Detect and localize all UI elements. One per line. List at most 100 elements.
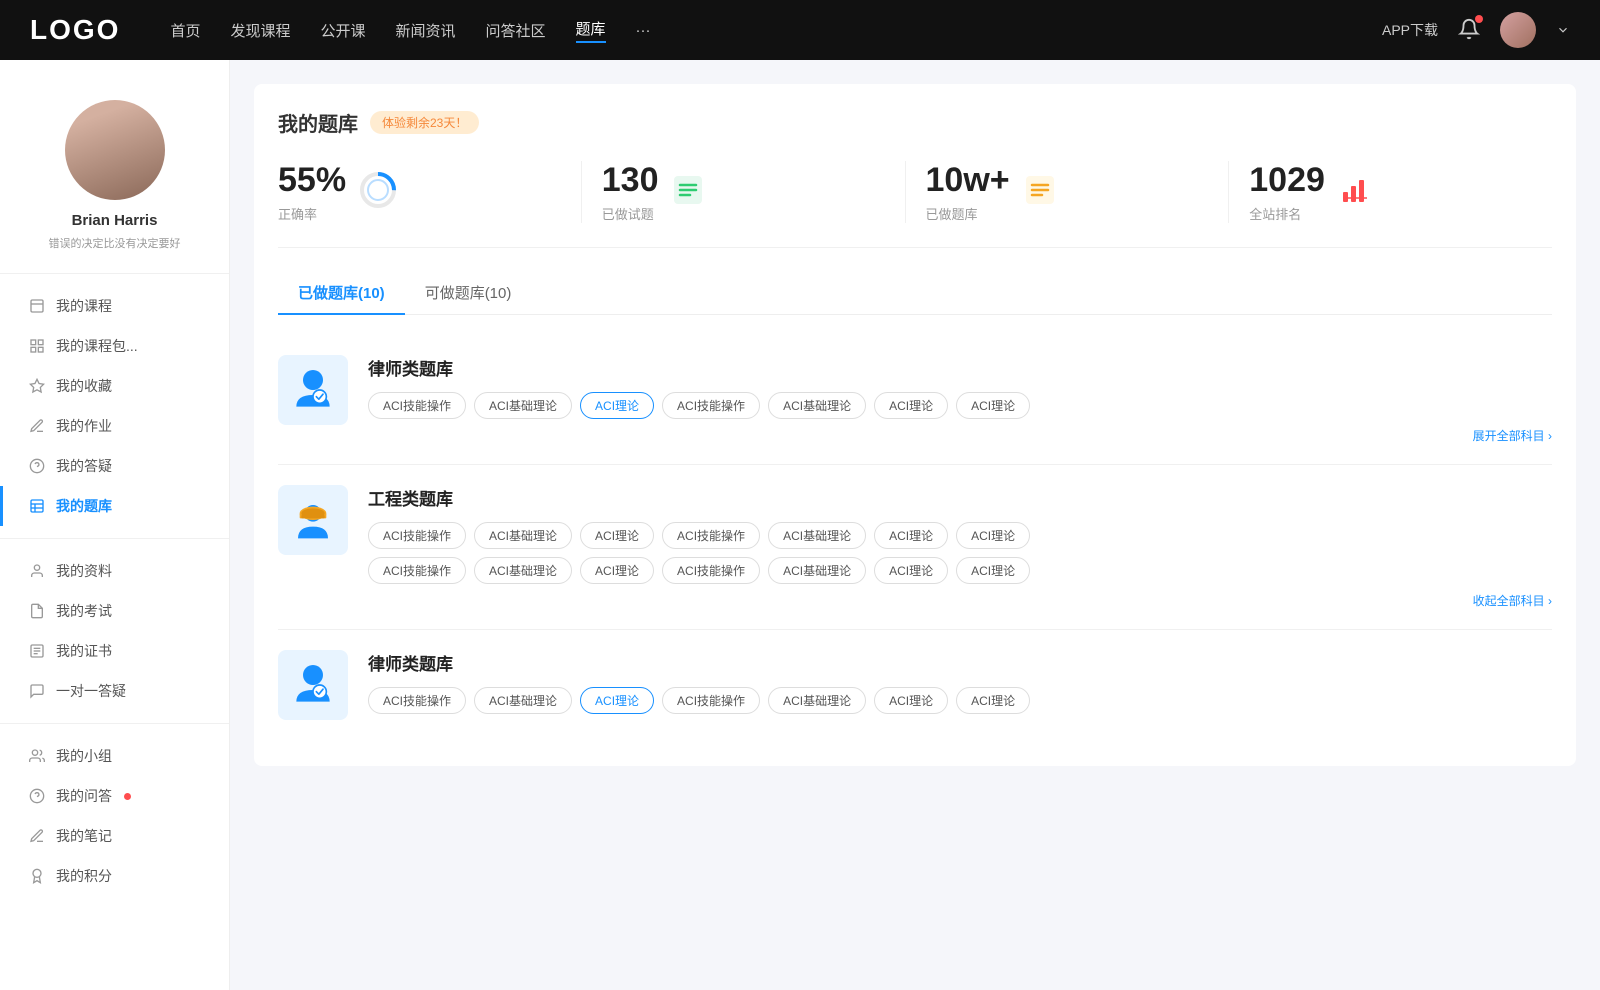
questions-notification-dot [124, 793, 131, 800]
tab-done[interactable]: 已做题库(10) [278, 272, 405, 315]
bar-red-icon [1337, 172, 1373, 213]
sidebar-item-packages[interactable]: 我的课程包... [0, 326, 229, 366]
expand-link-1[interactable]: 展开全部科目 › [368, 427, 1552, 444]
stat-ranking-label: 全站排名 [1249, 204, 1325, 223]
engineering-card-tags-row1: ACI技能操作 ACI基础理论 ACI理论 ACI技能操作 ACI基础理论 AC… [368, 522, 1552, 549]
tag-item[interactable]: ACI技能操作 [368, 522, 466, 549]
avatar-image [1500, 12, 1536, 48]
avatar-dropdown-icon[interactable] [1556, 23, 1570, 37]
lawyer-card-2-body: 律师类题库 ACI技能操作 ACI基础理论 ACI理论 ACI技能操作 ACI基… [368, 650, 1552, 722]
tag-item[interactable]: ACI基础理论 [768, 557, 866, 584]
tag-item[interactable]: ACI理论 [956, 522, 1030, 549]
tab-bar: 已做题库(10) 可做题库(10) [278, 272, 1552, 315]
answers-icon [28, 457, 46, 475]
tag-item[interactable]: ACI理论 [956, 687, 1030, 714]
divider1 [0, 273, 229, 274]
app-download-link[interactable]: APP下载 [1382, 20, 1438, 40]
favorites-icon [28, 377, 46, 395]
tag-item[interactable]: ACI基础理论 [768, 392, 866, 419]
tag-item[interactable]: ACI技能操作 [662, 522, 760, 549]
nav-open-course[interactable]: 公开课 [320, 20, 365, 41]
tag-item[interactable]: ACI理论 [874, 557, 948, 584]
tag-item-active[interactable]: ACI理论 [580, 687, 654, 714]
nav-news[interactable]: 新闻资讯 [396, 20, 456, 41]
tag-item-active[interactable]: ACI理论 [580, 392, 654, 419]
sidebar-item-certificate[interactable]: 我的证书 [0, 631, 229, 671]
tag-item[interactable]: ACI基础理论 [768, 522, 866, 549]
sidebar-item-answers[interactable]: 我的答疑 [0, 446, 229, 486]
tag-item[interactable]: ACI理论 [874, 687, 948, 714]
stat-done-banks-label: 已做题库 [926, 204, 1010, 223]
tag-item[interactable]: ACI基础理论 [474, 687, 572, 714]
sidebar-label-my-questions: 我的问答 [56, 786, 112, 806]
tag-item[interactable]: ACI基础理论 [474, 522, 572, 549]
nav-question-bank[interactable]: 题库 [576, 18, 606, 43]
collapse-link[interactable]: 收起全部科目 › [368, 592, 1552, 609]
stat-accuracy-label: 正确率 [278, 204, 346, 223]
sidebar-label-one-on-one: 一对一答疑 [56, 681, 126, 701]
trial-badge: 体验剩余23天！ [370, 111, 479, 134]
nav-right: APP下载 [1382, 12, 1570, 48]
pie-chart-icon [358, 170, 398, 215]
tag-item[interactable]: ACI技能操作 [662, 392, 760, 419]
courses-icon [28, 297, 46, 315]
tag-item[interactable]: ACI理论 [956, 392, 1030, 419]
stat-ranking: 1029 全站排名 [1229, 161, 1552, 223]
tag-item[interactable]: ACI技能操作 [662, 557, 760, 584]
tag-item[interactable]: ACI理论 [956, 557, 1030, 584]
certificate-icon [28, 642, 46, 660]
sidebar-item-question-bank[interactable]: 我的题库 [0, 486, 229, 526]
sidebar-item-exam[interactable]: 我的考试 [0, 591, 229, 631]
stat-done-questions-value: 130 [602, 161, 659, 200]
page-title: 我的题库 [278, 108, 358, 137]
sidebar-item-notes[interactable]: 我的笔记 [0, 816, 229, 856]
sidebar-item-group[interactable]: 我的小组 [0, 736, 229, 776]
stat-done-banks-values: 10w+ 已做题库 [926, 161, 1010, 223]
lawyer-card-1-tags: ACI技能操作 ACI基础理论 ACI理论 ACI技能操作 ACI基础理论 AC… [368, 392, 1552, 419]
profile-icon [28, 562, 46, 580]
tab-available[interactable]: 可做题库(10) [405, 272, 532, 315]
tag-item[interactable]: ACI理论 [874, 392, 948, 419]
nav-more[interactable]: ··· [636, 22, 651, 39]
sidebar-item-favorites[interactable]: 我的收藏 [0, 366, 229, 406]
sidebar-item-profile[interactable]: 我的资料 [0, 551, 229, 591]
engineer-icon [278, 485, 348, 555]
sidebar-menu: 我的课程 我的课程包... 我的收藏 我的作业 [0, 286, 229, 896]
nav-discover[interactable]: 发现课程 [230, 20, 290, 41]
tag-item[interactable]: ACI技能操作 [368, 557, 466, 584]
list-green-icon [670, 172, 706, 213]
sidebar-label-question-bank: 我的题库 [56, 496, 112, 516]
tag-item[interactable]: ACI理论 [580, 557, 654, 584]
sidebar-item-my-questions[interactable]: 我的问答 [0, 776, 229, 816]
notification-bell[interactable] [1458, 18, 1480, 43]
sidebar-item-courses[interactable]: 我的课程 [0, 286, 229, 326]
sidebar-label-homework: 我的作业 [56, 416, 112, 436]
tag-item[interactable]: ACI技能操作 [368, 687, 466, 714]
tag-item[interactable]: ACI技能操作 [368, 392, 466, 419]
sidebar-item-homework[interactable]: 我的作业 [0, 406, 229, 446]
sidebar-item-one-on-one[interactable]: 一对一答疑 [0, 671, 229, 711]
group-icon [28, 747, 46, 765]
tag-item[interactable]: ACI理论 [874, 522, 948, 549]
tag-item[interactable]: ACI技能操作 [662, 687, 760, 714]
user-avatar[interactable] [1500, 12, 1536, 48]
sidebar-label-packages: 我的课程包... [56, 336, 138, 356]
stat-done-questions-values: 130 已做试题 [602, 161, 659, 223]
tag-item[interactable]: ACI基础理论 [474, 392, 572, 419]
nav-home[interactable]: 首页 [170, 20, 200, 41]
stat-accuracy: 55% 正确率 [278, 161, 582, 223]
tag-item[interactable]: ACI基础理论 [768, 687, 866, 714]
homework-icon [28, 417, 46, 435]
lawyer-icon-2 [278, 650, 348, 720]
sidebar-label-answers: 我的答疑 [56, 456, 112, 476]
stat-accuracy-value: 55% [278, 161, 346, 200]
sidebar-label-exam: 我的考试 [56, 601, 112, 621]
stat-done-banks-value: 10w+ [926, 161, 1010, 200]
nav-qa[interactable]: 问答社区 [486, 20, 546, 41]
tag-item[interactable]: ACI基础理论 [474, 557, 572, 584]
sidebar-label-points: 我的积分 [56, 866, 112, 886]
lawyer-card-1-title: 律师类题库 [368, 355, 1552, 380]
tag-item[interactable]: ACI理论 [580, 522, 654, 549]
profile-avatar [65, 100, 165, 200]
sidebar-item-points[interactable]: 我的积分 [0, 856, 229, 896]
